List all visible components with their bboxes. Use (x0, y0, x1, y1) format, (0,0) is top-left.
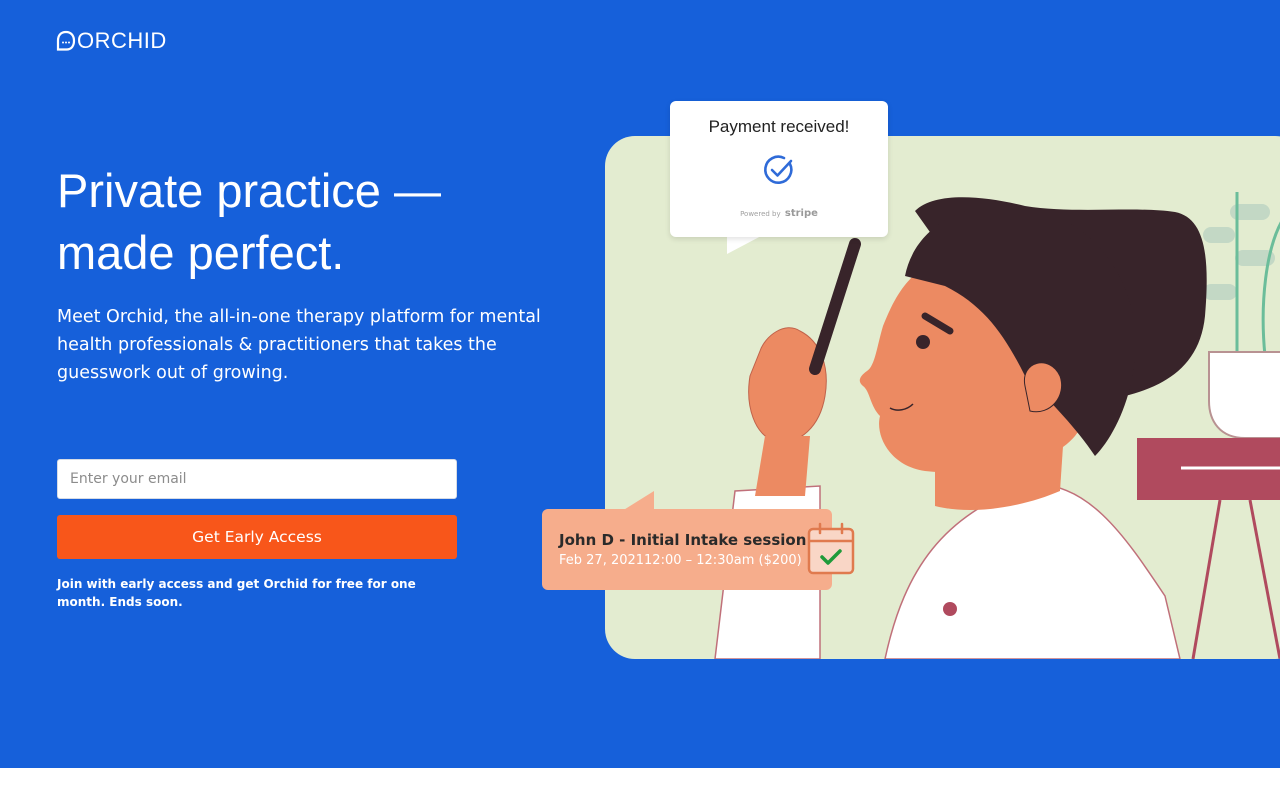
leaf-shape (1203, 284, 1237, 300)
headline-line-2: made perfect. (57, 226, 345, 279)
session-title: John D - Initial Intake session (559, 531, 807, 549)
leaf-shape (1203, 227, 1235, 243)
plant-pot (1208, 351, 1280, 439)
shelf-leg (1248, 499, 1280, 659)
get-early-access-button[interactable]: Get Early Access (57, 515, 457, 559)
coat-button (943, 602, 957, 616)
subtext-line-3: guesswork out of growing. (57, 363, 289, 383)
eye-shape (916, 335, 930, 349)
page-footer-strip (0, 768, 1280, 800)
powered-by-stripe: Powered by stripe (670, 208, 888, 219)
shelf-leg (1191, 499, 1222, 659)
payment-notification-card: Payment received! Powered by stripe (670, 101, 888, 237)
hero-section: ORCHID Private practice — made perfect. … (0, 0, 1280, 768)
coat-body (884, 484, 1181, 659)
phone-shape (809, 238, 861, 375)
hero-subtext: Meet Orchid, the all-in-one therapy plat… (57, 303, 547, 387)
subtext-line-1: Meet Orchid, the all-in-one therapy plat… (57, 307, 541, 327)
session-notification-card: John D - Initial Intake session Feb 27, … (542, 509, 832, 590)
orchid-logo-icon (56, 30, 76, 51)
calendar-check-icon (807, 522, 855, 575)
payment-title: Payment received! (708, 117, 850, 136)
email-input[interactable] (57, 459, 457, 499)
session-card-tail (622, 491, 654, 511)
subtext-line-2: health professionals & practitioners tha… (57, 335, 497, 355)
hand-shape (748, 327, 827, 443)
early-access-note: Join with early access and get Orchid fo… (57, 577, 416, 609)
payment-card-tail (727, 234, 765, 254)
hero-headline: Private practice — made perfect. (57, 160, 537, 284)
stripe-logo: stripe (784, 208, 818, 219)
check-circle-icon (764, 155, 793, 184)
headline-line-1: Private practice — (57, 164, 441, 217)
logo-text: ORCHID (77, 28, 167, 53)
plant-stem (1261, 221, 1280, 357)
forearm-shape (755, 436, 810, 496)
powered-by-label: Powered by (740, 210, 781, 218)
logo[interactable]: ORCHID (56, 28, 167, 54)
session-time: Feb 27, 202112:00 – 12:30am ($200) (559, 553, 802, 568)
